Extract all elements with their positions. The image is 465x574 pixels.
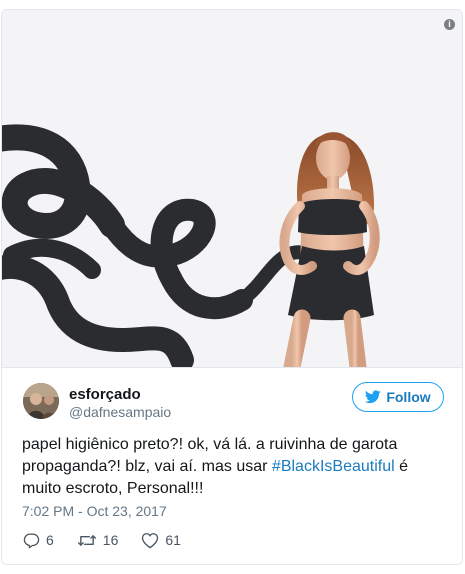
retweet-action[interactable]: 16 [77,532,119,549]
tweet-text: papel higiênico preto?! ok, vá lá. a rui… [22,434,450,500]
author-handle[interactable]: @dafnesampaio [69,404,171,420]
retweet-icon [77,534,96,546]
reply-count: 6 [46,532,54,548]
author-name[interactable]: esforçado [69,386,141,403]
like-action[interactable]: 61 [141,532,181,549]
avatar-image [23,383,59,419]
tweet-media-photo[interactable]: i [2,10,462,367]
avatar[interactable] [23,383,59,419]
info-icon[interactable]: i [444,19,455,30]
embedded-tweet-card: i esforçado @dafnesampaio Follow papel h… [1,9,463,565]
tweet-timestamp[interactable]: 7:02 PM - Oct 23, 2017 [22,503,167,519]
follow-button[interactable]: Follow [352,382,444,412]
divider [2,367,462,368]
hashtag-link[interactable]: #BlackIsBeautiful [272,458,395,475]
tweet-actions: 6 16 61 [23,530,181,550]
retweet-count: 16 [102,532,119,548]
black-ribbon [2,124,324,367]
photo-illustration [2,124,380,367]
like-count: 61 [165,532,181,548]
reply-action[interactable]: 6 [23,532,54,549]
follow-label: Follow [386,389,431,405]
twitter-bird-icon [365,390,382,404]
reply-icon [23,532,40,548]
heart-icon [142,532,159,548]
